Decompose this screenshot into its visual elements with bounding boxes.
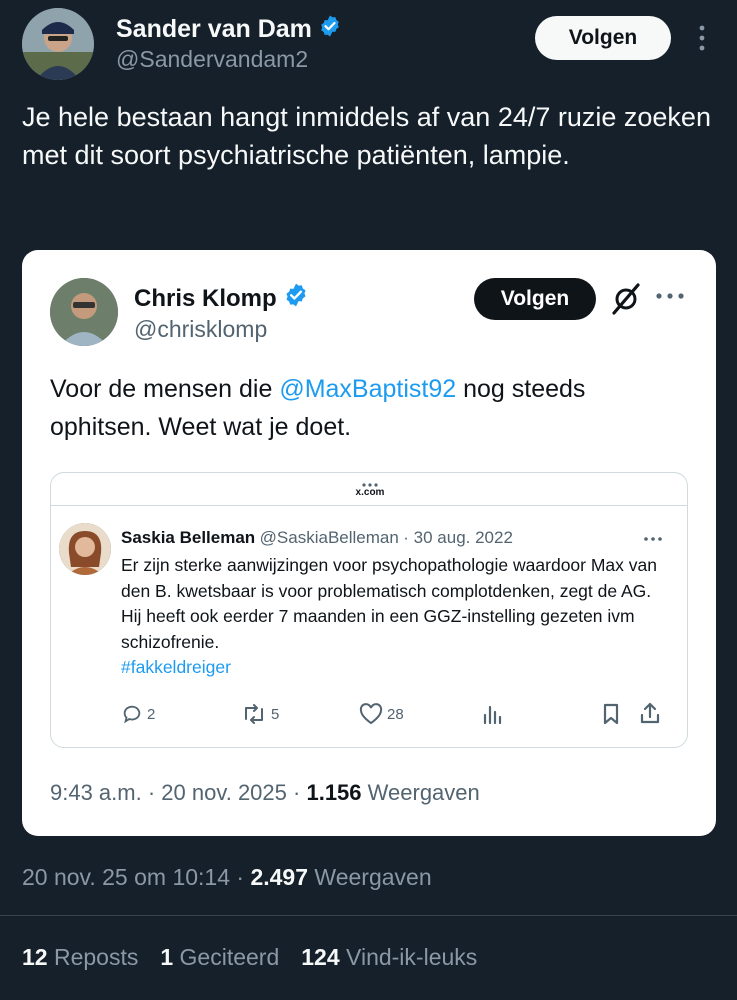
follow-button[interactable]: Volgen: [535, 16, 671, 60]
like-icon: [359, 703, 383, 725]
quotes-count: 1: [160, 944, 174, 970]
quote-tweet-card[interactable]: Chris Klomp @chrisklomp Volgen Voor de m…: [22, 250, 716, 836]
tweet-text: Je hele bestaan hangt inmiddels af van 2…: [22, 102, 711, 170]
embedded-body: Er zijn sterke aanwijzingen voor psychop…: [121, 555, 657, 652]
verified-badge-icon: [283, 282, 309, 315]
embedded-reply: 2: [121, 703, 155, 725]
repost-icon: [245, 704, 263, 724]
embedded-separator: ·: [403, 528, 414, 547]
meta-separator: ·: [293, 780, 307, 805]
quotes-stat[interactable]: 1 Geciteerd: [160, 944, 279, 971]
browser-url: x.com: [355, 487, 385, 498]
likes-stat[interactable]: 124 Vind-ik-leuks: [301, 944, 477, 971]
quote-text: Voor de mensen die @MaxBaptist92 nog ste…: [50, 370, 690, 446]
embedded-repost-count: 5: [271, 705, 280, 723]
embedded-date: 30 aug. 2022: [413, 528, 513, 547]
share-icon: [639, 701, 661, 730]
quote-meta: 9:43 a.m. · 20 nov. 2025 · 1.156 Weergav…: [50, 780, 480, 806]
tweet-stats: 12 Reposts 1 Geciteerd 124 Vind-ik-leuks: [22, 944, 477, 971]
meta-separator: ·: [147, 780, 162, 805]
quotes-label: Geciteerd: [179, 944, 280, 970]
analytics-icon: [481, 703, 503, 730]
tweet-views-count: 2.497: [250, 864, 309, 890]
quote-follow-button[interactable]: Volgen: [474, 278, 596, 320]
embedded-like-count: 28: [387, 705, 404, 723]
quote-views-count: 1.156: [306, 780, 362, 805]
embedded-more-icon: [643, 531, 663, 549]
browser-bar-divider: [51, 505, 687, 506]
likes-count: 124: [301, 944, 340, 970]
quote-more-options-icon[interactable]: [654, 286, 686, 311]
embedded-author-avatar: [59, 523, 111, 575]
embedded-repost: 5: [241, 703, 279, 725]
tweet-date[interactable]: 20 nov. 25 om 10:14: [22, 864, 230, 890]
more-options-icon[interactable]: [690, 22, 714, 59]
author-handle[interactable]: @Sandervandam2: [116, 46, 308, 73]
embedded-author-handle: @SaskiaBelleman: [259, 528, 399, 547]
embedded-author-name: Saskia Belleman: [121, 528, 256, 547]
quote-text-before: Voor de mensen die: [50, 375, 280, 403]
reposts-label: Reposts: [53, 944, 139, 970]
embedded-like: 28: [359, 703, 404, 725]
reply-icon: [123, 705, 141, 724]
embedded-header: Saskia Belleman @SaskiaBelleman · 30 aug…: [121, 528, 513, 548]
quote-author-name[interactable]: Chris Klomp: [134, 285, 277, 313]
embedded-text: Er zijn sterke aanwijzingen voor psychop…: [121, 553, 671, 681]
quote-author-avatar[interactable]: [50, 278, 118, 346]
likes-label: Vind-ik-leuks: [346, 944, 478, 970]
grok-icon[interactable]: [610, 282, 642, 321]
meta-separator: ·: [236, 864, 251, 890]
mention-link[interactable]: @MaxBaptist92: [279, 375, 456, 403]
quote-views-label: Weergaven: [367, 780, 480, 805]
quote-time[interactable]: 9:43 a.m.: [50, 780, 142, 805]
tweet-views-label: Weergaven: [314, 864, 432, 890]
embedded-hashtag: #fakkeldreiger: [121, 657, 231, 677]
embedded-reply-count: 2: [147, 705, 156, 723]
quote-date[interactable]: 20 nov. 2025: [161, 780, 287, 805]
reposts-stat[interactable]: 12 Reposts: [22, 944, 138, 971]
reposts-count: 12: [22, 944, 48, 970]
verified-badge-icon: [318, 14, 342, 45]
quote-author-name-row[interactable]: Chris Klomp: [134, 282, 309, 315]
meta-divider: [0, 915, 737, 916]
quote-author-handle[interactable]: @chrisklomp: [134, 316, 267, 343]
bookmark-icon: [601, 703, 621, 730]
author-name[interactable]: Sander van Dam: [116, 15, 312, 44]
embedded-screenshot[interactable]: x.com Saskia Belleman @SaskiaBelleman · …: [50, 472, 688, 748]
author-name-row[interactable]: Sander van Dam: [116, 14, 342, 45]
tweet-meta: 20 nov. 25 om 10:14 · 2.497 Weergaven: [22, 864, 432, 891]
author-avatar[interactable]: [22, 8, 94, 80]
